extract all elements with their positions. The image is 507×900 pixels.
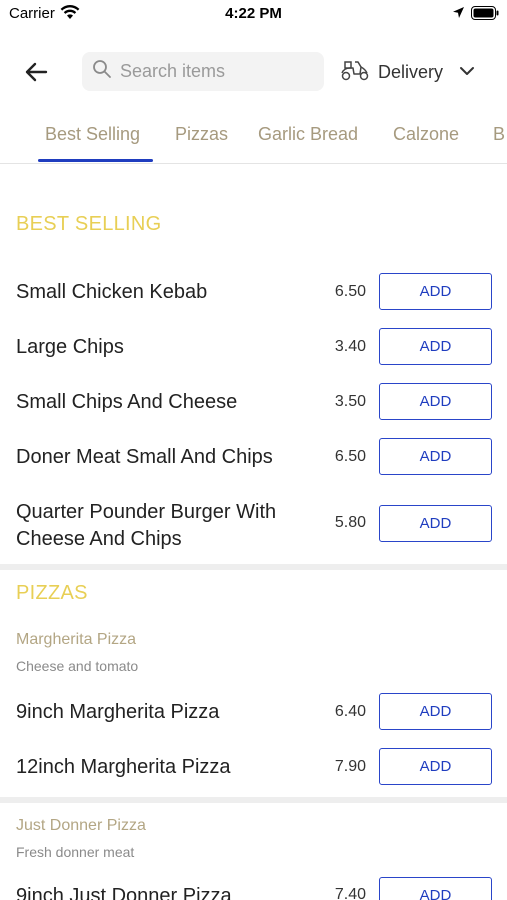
battery-icon xyxy=(471,6,499,25)
item-name: 9inch Just Donner Pizza xyxy=(16,885,232,900)
item-name: 9inch Margherita Pizza xyxy=(16,701,220,723)
back-button[interactable] xyxy=(20,56,52,88)
search-bar[interactable] xyxy=(82,52,324,91)
item-price: 3.40 xyxy=(334,338,366,355)
add-button[interactable]: ADD xyxy=(379,383,492,420)
add-button[interactable]: ADD xyxy=(379,505,492,542)
item-price: 6.40 xyxy=(334,703,366,720)
item-name-line-2: Cheese And Chips xyxy=(16,528,182,550)
item-name: Doner Meat Small And Chips xyxy=(16,446,273,468)
search-icon xyxy=(92,59,112,84)
delivery-label: Delivery xyxy=(378,61,444,82)
add-button[interactable]: ADD xyxy=(379,877,492,900)
item-name: Small Chips And Cheese xyxy=(16,391,238,413)
tab-pizzas[interactable]: Pizzas xyxy=(175,124,228,145)
location-arrow-icon xyxy=(452,6,465,24)
tab-next-partial[interactable]: B xyxy=(493,124,505,145)
group-title: Margherita Pizza xyxy=(16,631,137,648)
delivery-selector[interactable]: Delivery xyxy=(340,54,475,90)
item-price: 7.40 xyxy=(334,886,366,900)
item-price: 6.50 xyxy=(334,448,366,465)
item-price: 3.50 xyxy=(334,393,366,410)
group-description: Cheese and tomato xyxy=(16,658,139,674)
active-tab-indicator xyxy=(38,159,153,162)
item-name-line-1: Quarter Pounder Burger With xyxy=(16,501,277,523)
clock: 4:22 PM xyxy=(225,5,282,22)
section-title-pizzas: PIZZAS xyxy=(16,582,88,604)
chevron-down-icon xyxy=(459,63,475,81)
group-divider xyxy=(0,797,507,803)
item-price: 7.90 xyxy=(334,758,366,775)
tab-calzone[interactable]: Calzone xyxy=(393,124,459,145)
group-description: Fresh donner meat xyxy=(16,844,135,860)
item-price: 5.80 xyxy=(334,514,366,531)
back-arrow-icon xyxy=(25,62,48,82)
tab-best-selling[interactable]: Best Selling xyxy=(45,124,140,145)
add-button[interactable]: ADD xyxy=(379,328,492,365)
add-button[interactable]: ADD xyxy=(379,748,492,785)
item-name: Small Chicken Kebab xyxy=(16,281,208,303)
item-name: 12inch Margherita Pizza xyxy=(16,756,231,778)
scooter-icon xyxy=(340,59,370,86)
item-name: Large Chips xyxy=(16,336,124,358)
search-input[interactable] xyxy=(120,61,310,82)
category-tabs: Best Selling Pizzas Garlic Bread Calzone… xyxy=(0,112,507,164)
section-divider xyxy=(0,564,507,570)
add-button[interactable]: ADD xyxy=(379,438,492,475)
status-bar: Carrier 4:22 PM xyxy=(0,0,507,28)
add-button[interactable]: ADD xyxy=(379,273,492,310)
section-title-best-selling: BEST SELLING xyxy=(16,213,162,235)
tab-garlic-bread[interactable]: Garlic Bread xyxy=(258,124,358,145)
add-button[interactable]: ADD xyxy=(379,693,492,730)
group-title: Just Donner Pizza xyxy=(16,817,146,834)
item-price: 6.50 xyxy=(334,283,366,300)
